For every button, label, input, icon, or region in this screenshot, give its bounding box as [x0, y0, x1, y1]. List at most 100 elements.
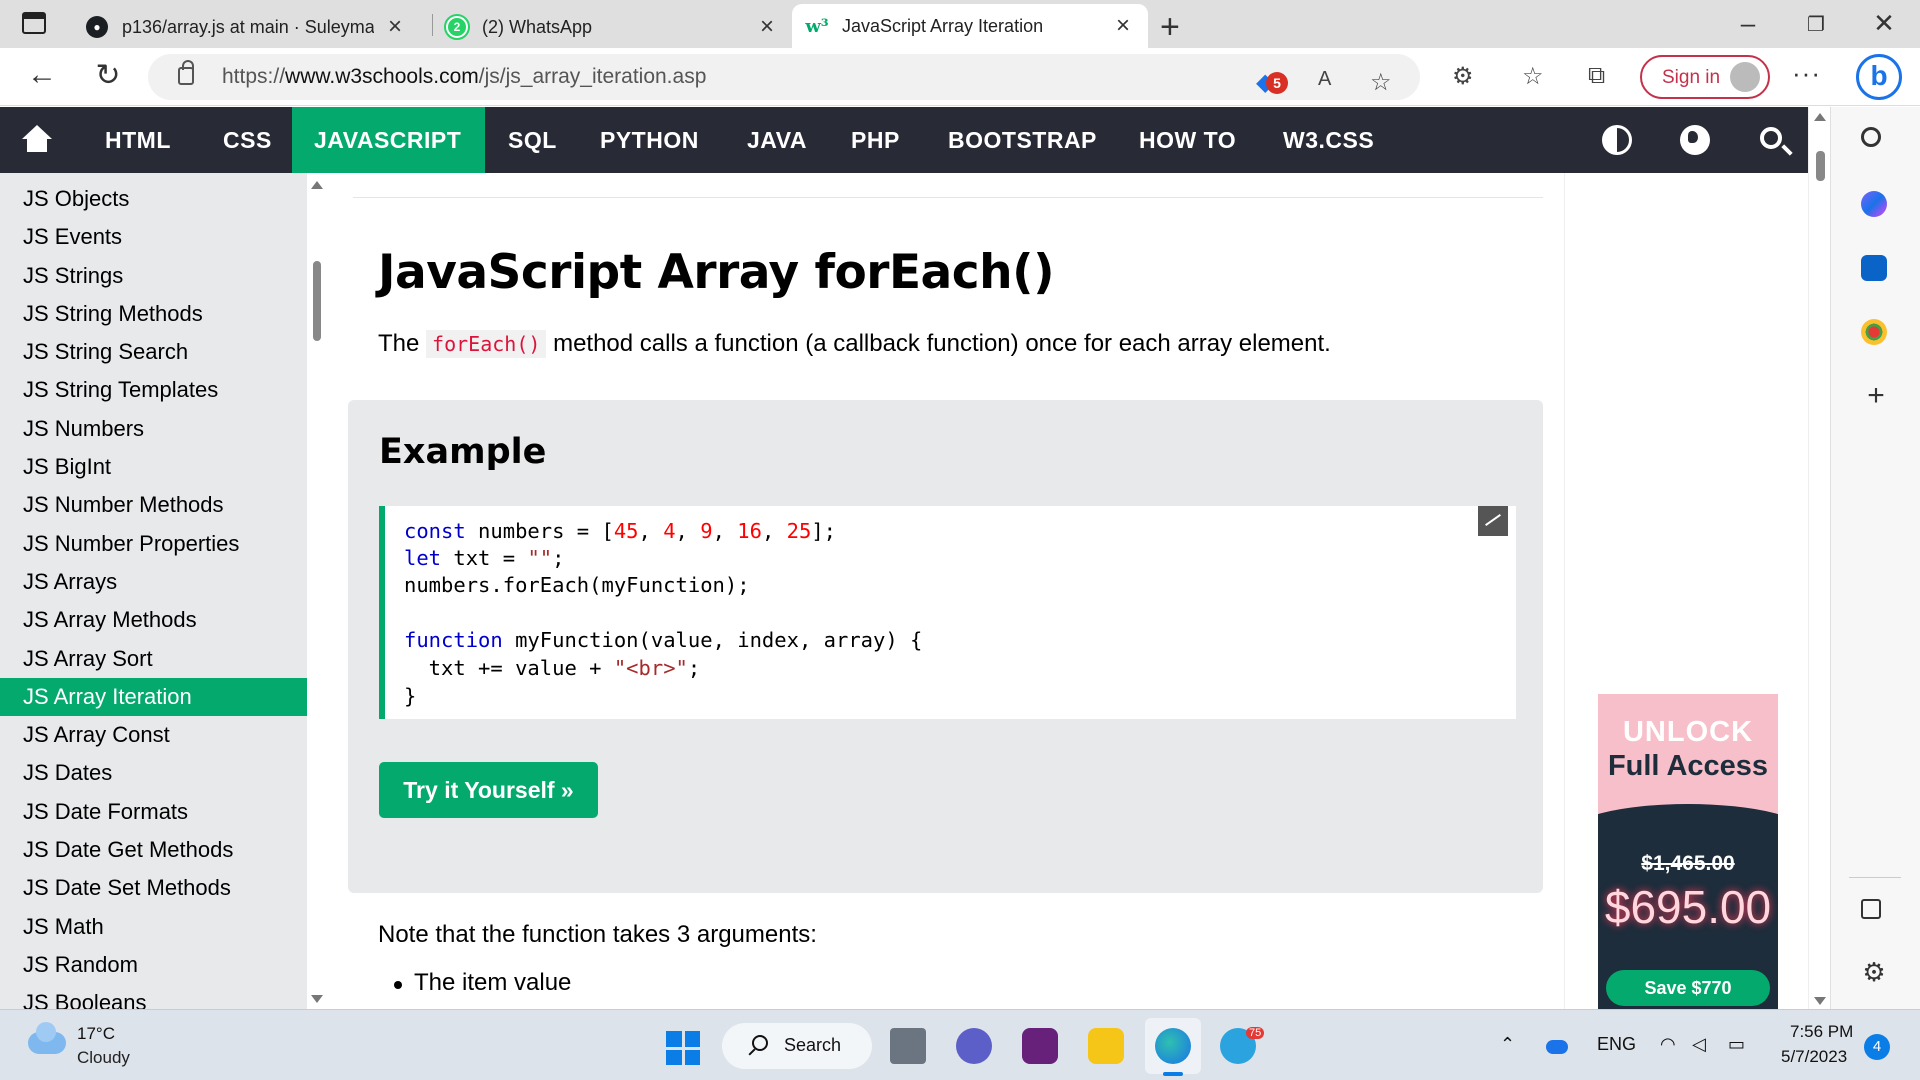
sidebar-item[interactable]: JS Number Methods — [0, 486, 307, 524]
nav-python[interactable]: PYTHON — [578, 107, 721, 173]
new-tab-button[interactable]: + — [1160, 8, 1180, 47]
nav-java[interactable]: JAVA — [725, 107, 829, 173]
sidebar-item[interactable]: JS Arrays — [0, 563, 307, 601]
weather-temperature[interactable]: 17°C — [77, 1024, 115, 1044]
contrast-icon[interactable] — [1602, 125, 1632, 155]
search-icon[interactable] — [1760, 127, 1782, 149]
sidebar-item-active[interactable]: JS Array Iteration — [0, 677, 307, 717]
more-menu-icon[interactable]: ··· — [1792, 58, 1821, 89]
task-view-icon[interactable] — [890, 1028, 926, 1064]
sidebar-item[interactable]: JS Date Formats — [0, 793, 307, 831]
scroll-up-arrow-icon[interactable] — [1814, 113, 1826, 121]
language-indicator[interactable]: ENG — [1597, 1034, 1636, 1055]
scroll-down-arrow-icon[interactable] — [311, 995, 323, 1003]
collections-icon[interactable]: ⧉ — [1588, 62, 1605, 90]
sidebar-item[interactable]: JS Objects — [0, 180, 307, 218]
weather-condition[interactable]: Cloudy — [77, 1048, 130, 1068]
bing-chat-icon[interactable]: b — [1856, 54, 1902, 100]
nav-html[interactable]: HTML — [83, 107, 193, 173]
nav-php[interactable]: PHP — [829, 107, 922, 173]
tab-github[interactable]: ● p136/array.js at main · Suleyman × — [72, 6, 420, 48]
sidebar-item[interactable]: JS Events — [0, 218, 307, 256]
outlook-icon[interactable] — [1861, 255, 1887, 281]
try-it-yourself-button[interactable]: Try it Yourself » — [379, 762, 598, 818]
tab-actions-icon[interactable] — [22, 12, 46, 34]
sidebar-toggle-icon[interactable] — [1861, 899, 1881, 919]
sidebar-item[interactable]: JS String Methods — [0, 295, 307, 333]
home-icon[interactable] — [22, 125, 52, 153]
sidebar-item[interactable]: JS Date Get Methods — [0, 831, 307, 869]
games-icon[interactable] — [1861, 319, 1887, 345]
sidebar-item[interactable]: JS Math — [0, 908, 307, 946]
nav-sql[interactable]: SQL — [486, 107, 579, 173]
scroll-down-arrow-icon[interactable] — [1814, 997, 1826, 1005]
sidebar-scrollbar[interactable] — [307, 173, 327, 1009]
restore-button[interactable]: ❐ — [1796, 12, 1836, 37]
wifi-icon[interactable]: ◠ — [1660, 1034, 1676, 1055]
settings-gear-icon[interactable]: ⚙ — [1861, 959, 1887, 985]
window-close-button[interactable]: ✕ — [1864, 8, 1904, 39]
nav-how-to[interactable]: HOW TO — [1117, 107, 1258, 173]
sign-in-button[interactable]: Sign in — [1640, 55, 1770, 99]
sidebar-item[interactable]: JS Booleans — [0, 984, 307, 1009]
sidebar-item[interactable]: JS Date Set Methods — [0, 869, 307, 907]
onedrive-icon[interactable] — [1546, 1040, 1568, 1054]
clock-time[interactable]: 7:56 PM — [1790, 1022, 1853, 1042]
copilot-icon[interactable] — [1861, 191, 1887, 217]
file-explorer-icon[interactable] — [1088, 1028, 1124, 1064]
visual-studio-icon[interactable] — [1022, 1028, 1058, 1064]
divider — [353, 197, 1543, 198]
clock-date[interactable]: 5/7/2023 — [1781, 1047, 1847, 1067]
add-favorite-icon[interactable]: ☆ — [1370, 68, 1392, 97]
url-field[interactable]: https://www.w3schools.com/js/js_array_it… — [148, 54, 1420, 100]
sidebar-item[interactable]: JS String Search — [0, 333, 307, 371]
sidebar-item[interactable]: JS String Templates — [0, 371, 307, 409]
sidebar-item[interactable]: JS Array Sort — [0, 640, 307, 678]
scrollbar-thumb[interactable] — [313, 261, 321, 341]
close-icon[interactable]: × — [1112, 12, 1134, 40]
ad-save-button[interactable]: Save $770 — [1606, 970, 1770, 1006]
add-app-icon[interactable]: + — [1861, 381, 1891, 411]
sidebar-item[interactable]: JS Number Properties — [0, 525, 307, 563]
edge-browser-icon[interactable] — [1155, 1028, 1191, 1076]
teams-chat-icon[interactable] — [956, 1028, 992, 1064]
tab-whatsapp[interactable]: 2 (2) WhatsApp × — [432, 6, 792, 48]
volume-icon[interactable]: ◁ — [1692, 1034, 1706, 1055]
globe-icon[interactable] — [1680, 125, 1710, 155]
sidebar-item[interactable]: JS BigInt — [0, 448, 307, 486]
tab-w3schools-active[interactable]: w³ JavaScript Array Iteration × — [792, 4, 1148, 48]
extensions-icon[interactable]: ⚙ — [1452, 62, 1474, 91]
promo-ad[interactable]: UNLOCK Full Access $1,465.00 $695.00 Sav… — [1598, 694, 1778, 1009]
sidebar-item[interactable]: JS Strings — [0, 257, 307, 295]
edge-search-icon[interactable] — [1861, 127, 1881, 147]
favorites-icon[interactable]: ☆ — [1522, 62, 1544, 91]
nav-w3css[interactable]: W3.CSS — [1261, 107, 1396, 173]
back-button[interactable]: ← — [22, 58, 62, 92]
minimize-button[interactable]: – — [1728, 8, 1768, 39]
scrollbar-thumb[interactable] — [1816, 151, 1825, 181]
nav-css[interactable]: CSS — [201, 107, 294, 173]
close-icon[interactable]: × — [384, 13, 406, 41]
example-box: Example const numbers = [45, 4, 9, 16, 2… — [348, 400, 1543, 893]
refresh-button[interactable]: ↻ — [88, 58, 128, 93]
sidebar-item[interactable]: JS Array Methods — [0, 601, 307, 639]
show-hidden-icons-icon[interactable]: ⌃ — [1500, 1034, 1515, 1055]
cloud-icon[interactable] — [28, 1022, 66, 1054]
taskbar-search[interactable]: Search — [722, 1023, 872, 1069]
notification-badge[interactable]: 4 — [1864, 1034, 1890, 1060]
sidebar-item[interactable]: JS Numbers — [0, 410, 307, 448]
windows-start-icon[interactable] — [666, 1031, 700, 1065]
nav-bootstrap[interactable]: BOOTSTRAP — [926, 107, 1119, 173]
nav-javascript[interactable]: JAVASCRIPT — [292, 107, 485, 173]
close-icon[interactable]: × — [756, 13, 778, 41]
sidebar-item[interactable]: JS Array Const — [0, 716, 307, 754]
battery-icon[interactable]: ▭ — [1728, 1034, 1745, 1055]
copy-code-icon[interactable] — [1478, 506, 1508, 536]
lock-icon[interactable] — [178, 60, 194, 85]
sidebar-item[interactable]: JS Random — [0, 946, 307, 984]
page-scrollbar[interactable] — [1808, 107, 1830, 1009]
code-block[interactable]: const numbers = [45, 4, 9, 16, 25]; let … — [379, 506, 1516, 719]
read-aloud-icon[interactable]: A — [1318, 68, 1331, 91]
scroll-up-arrow-icon[interactable] — [311, 181, 323, 189]
sidebar-item[interactable]: JS Dates — [0, 754, 307, 792]
